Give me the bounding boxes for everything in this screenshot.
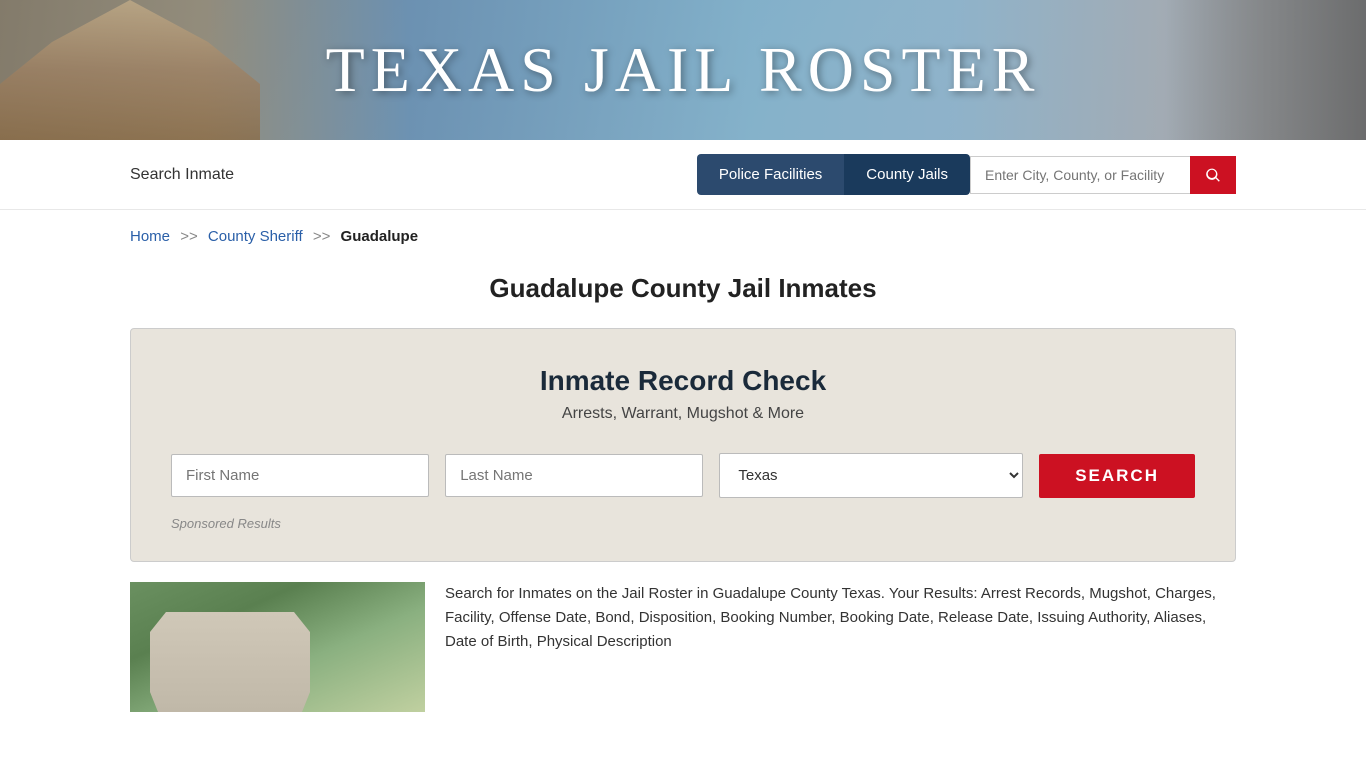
record-check-form: Texas Alabama Alaska Arizona Arkansas Ca… — [171, 453, 1195, 498]
bottom-section: Search for Inmates on the Jail Roster in… — [0, 582, 1366, 712]
nav-bar: Search Inmate Police Facilities County J… — [0, 140, 1366, 210]
page-title: Guadalupe County Jail Inmates — [0, 273, 1366, 304]
breadcrumb-separator-2: >> — [313, 228, 331, 245]
facility-search-input[interactable] — [970, 156, 1190, 194]
police-facilities-button[interactable]: Police Facilities — [697, 154, 844, 195]
first-name-input[interactable] — [171, 454, 429, 497]
breadcrumb: Home >> County Sheriff >> Guadalupe — [0, 210, 1366, 255]
breadcrumb-home-link[interactable]: Home — [130, 228, 170, 245]
header-banner: Texas Jail Roster — [0, 0, 1366, 140]
breadcrumb-current: Guadalupe — [341, 228, 419, 245]
site-title: Texas Jail Roster — [326, 33, 1041, 107]
bottom-description: Search for Inmates on the Jail Roster in… — [425, 582, 1236, 712]
last-name-input[interactable] — [445, 454, 703, 497]
search-icon — [1204, 166, 1222, 184]
record-check-box: Inmate Record Check Arrests, Warrant, Mu… — [130, 328, 1236, 562]
breadcrumb-county-sheriff-link[interactable]: County Sheriff — [208, 228, 303, 245]
county-jails-button[interactable]: County Jails — [844, 154, 970, 195]
record-check-subtitle: Arrests, Warrant, Mugshot & More — [171, 405, 1195, 423]
page-title-section: Guadalupe County Jail Inmates — [0, 255, 1366, 314]
breadcrumb-separator-1: >> — [180, 228, 198, 245]
keys-decoration — [1166, 0, 1366, 140]
building-shape — [150, 612, 310, 712]
facility-search-button[interactable] — [1190, 156, 1236, 194]
record-check-title: Inmate Record Check — [171, 365, 1195, 397]
record-search-button[interactable]: SEARCH — [1039, 454, 1195, 498]
nav-button-group: Police Facilities County Jails — [697, 154, 1236, 195]
search-inmate-label: Search Inmate — [130, 166, 697, 184]
sponsored-results-label: Sponsored Results — [171, 516, 1195, 531]
state-select[interactable]: Texas Alabama Alaska Arizona Arkansas Ca… — [719, 453, 1023, 498]
building-image — [130, 582, 425, 712]
